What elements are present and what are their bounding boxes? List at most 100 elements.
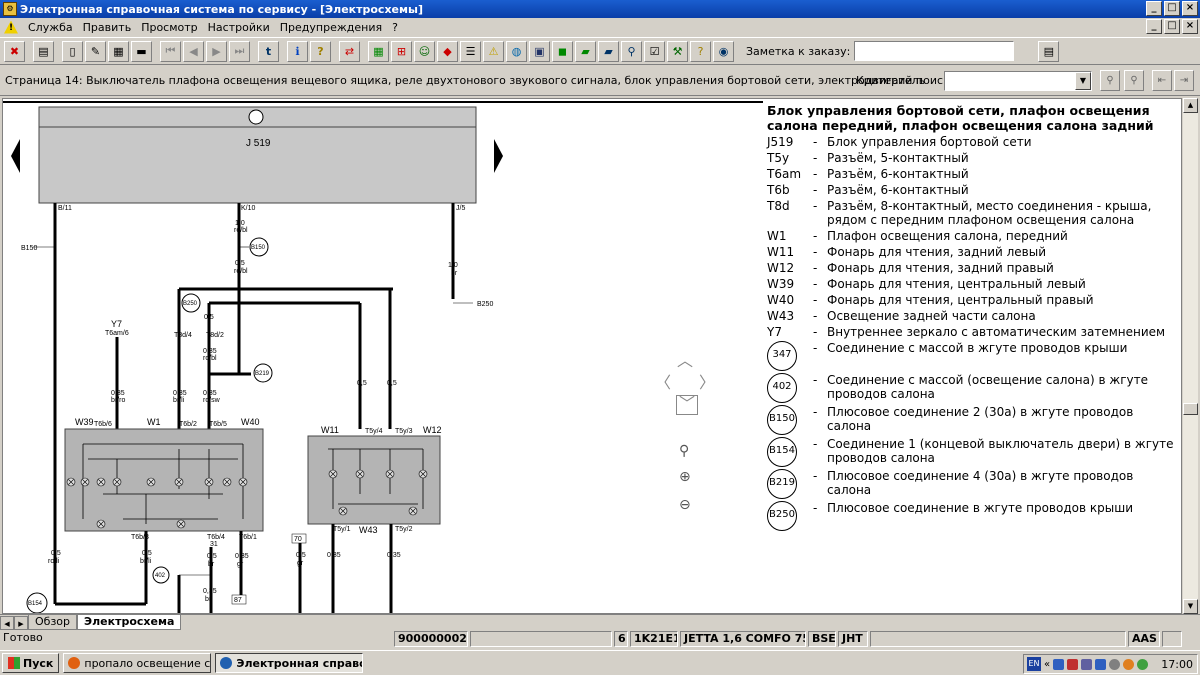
status-gearbox: JHT — [838, 631, 868, 647]
car-green-icon[interactable]: ▰ — [575, 40, 596, 62]
antivirus-icon[interactable] — [1137, 658, 1149, 670]
search-car-icon[interactable]: ⚲ — [621, 40, 642, 62]
new-doc-icon[interactable]: ▯ — [62, 40, 83, 62]
browser-icon — [68, 657, 81, 669]
zoom-fit-icon[interactable]: ⚲ — [679, 443, 689, 459]
tools-icon[interactable]: ⚒ — [667, 40, 688, 62]
close-button[interactable]: × — [1182, 1, 1198, 16]
order-note-field[interactable] — [854, 41, 1015, 61]
zoom-out-icon[interactable]: ⊖ — [679, 497, 691, 513]
last-page-icon[interactable]: ⏭ — [229, 40, 250, 62]
legend-connection-item: 402- Соединение с массой (освещение салон… — [767, 373, 1177, 403]
svg-text:B250: B250 — [477, 301, 493, 308]
volume-icon[interactable] — [1081, 658, 1093, 670]
checklist-icon[interactable]: ☑ — [644, 40, 665, 62]
question-doc-icon[interactable]: ? — [690, 40, 711, 62]
disk-icon[interactable]: ▣ — [529, 40, 550, 62]
svg-text:B/11: B/11 — [58, 205, 72, 212]
mdi-minimize-button[interactable]: _ — [1146, 19, 1162, 34]
prev-arrow-icon[interactable] — [11, 139, 20, 173]
svg-text:Y7: Y7 — [111, 319, 122, 329]
svg-text:K/10: K/10 — [241, 205, 256, 212]
connection-symbol: B219 — [767, 469, 797, 499]
alert-icon[interactable]: ⚠ — [483, 40, 504, 62]
exit-icon[interactable]: ✖ — [4, 40, 25, 62]
taskbar-item-browser[interactable]: пропало освещение са... — [63, 653, 212, 673]
menu-settings[interactable]: Настройки — [208, 21, 270, 34]
mdi-restore-button[interactable]: □ — [1164, 19, 1180, 34]
language-indicator[interactable]: EN — [1027, 657, 1041, 671]
scroll-thumb[interactable] — [1183, 403, 1198, 415]
start-button[interactable]: Пуск — [2, 653, 60, 673]
menu-view[interactable]: Просмотр — [141, 21, 197, 34]
pan-left-icon[interactable]: 〈 — [655, 369, 671, 393]
j519-label: J 519 — [246, 138, 271, 149]
title-bar: ⚙ Электронная справочная система по серв… — [0, 0, 1200, 18]
pan-right-icon[interactable]: 〉 — [699, 369, 715, 393]
svg-text:0,5: 0,5 — [296, 552, 306, 559]
tab-overview[interactable]: Обзор — [28, 615, 78, 630]
zoom-in-icon[interactable]: ⊕ — [679, 469, 691, 485]
car-icon[interactable]: ▬ — [131, 40, 152, 62]
person-icon[interactable]: ☺ — [414, 40, 435, 62]
svg-text:T6b/4: T6b/4 — [207, 534, 225, 541]
order-note-button[interactable]: ▤ — [1038, 40, 1060, 62]
svg-text:W39: W39 — [75, 417, 94, 427]
search-back-button[interactable]: ⇤ — [1152, 70, 1172, 91]
maximize-button[interactable]: □ — [1164, 1, 1180, 16]
menu-help[interactable]: ? — [392, 21, 398, 34]
legend-connection-item: B250- Плюсовое соединение в жгуте проводо… — [767, 501, 1177, 531]
chevron-down-icon[interactable]: ▼ — [1075, 72, 1091, 90]
tray-expand-icon[interactable]: « — [1044, 659, 1050, 670]
scroll-up-icon[interactable]: ▲ — [1183, 98, 1198, 113]
calc-icon[interactable]: ▦ — [368, 40, 389, 62]
green-book-icon[interactable]: ◼ — [552, 40, 573, 62]
network-icon[interactable] — [1053, 658, 1065, 670]
update-icon[interactable] — [1123, 658, 1135, 670]
legend-item: T6am - Разъём, 6-контактный — [767, 167, 969, 181]
search-next-button[interactable]: ⚲ — [1124, 70, 1144, 91]
svg-text:br: br — [451, 270, 458, 277]
search-criteria-select[interactable]: ▼ — [944, 71, 1092, 91]
first-page-icon[interactable]: ⏮ — [160, 40, 181, 62]
next-page-icon[interactable]: ▶ — [206, 40, 227, 62]
prev-page-icon[interactable]: ◀ — [183, 40, 204, 62]
grid-icon[interactable]: ⊞ — [391, 40, 412, 62]
taskbar: Пуск пропало освещение са... Электронная… — [0, 650, 1200, 675]
back-icon[interactable]: t — [258, 40, 279, 62]
pan-down-icon[interactable]: ﹀ — [676, 395, 698, 415]
car-blue-icon[interactable]: ▰ — [598, 40, 619, 62]
book-icon[interactable]: ◆ — [437, 40, 458, 62]
swap-icon[interactable]: ⇄ — [339, 40, 360, 62]
security-icon[interactable] — [1067, 658, 1079, 670]
network2-icon[interactable] — [1095, 658, 1107, 670]
help-icon[interactable]: ? — [310, 40, 331, 62]
menu-warnings[interactable]: Предупреждения — [280, 21, 382, 34]
search-forward-button[interactable]: ⇥ — [1174, 70, 1194, 91]
print-icon[interactable]: ▤ — [33, 40, 54, 62]
clock-icon[interactable] — [1109, 658, 1121, 670]
taskbar-item-service[interactable]: Электронная справо... — [215, 653, 364, 673]
minimize-button[interactable]: _ — [1146, 1, 1162, 16]
info-icon[interactable]: ℹ — [287, 40, 308, 62]
tab-prev-icon[interactable]: ◀ — [0, 616, 14, 630]
tab-next-icon[interactable]: ▶ — [14, 616, 28, 630]
scroll-down-icon[interactable]: ▼ — [1183, 599, 1198, 614]
menu-service[interactable]: Служба — [28, 21, 73, 34]
mdi-close-button[interactable]: × — [1182, 19, 1198, 34]
document-area: J 519 B/11 K/10 J/5 1,0 ro/bl 1,0 br B15… — [2, 98, 1182, 614]
edit-doc-icon[interactable]: ✎ — [85, 40, 106, 62]
page-icon[interactable]: ▦ — [108, 40, 129, 62]
search-prev-button[interactable]: ⚲ — [1100, 70, 1120, 91]
globe-icon[interactable]: ◍ — [506, 40, 527, 62]
legend-item: T8d - Разъём, 8-контактный, место соединен… — [767, 199, 1152, 227]
tab-schema[interactable]: Электросхема — [77, 615, 182, 630]
vertical-scrollbar[interactable]: ▲ ▼ — [1183, 98, 1198, 614]
pan-up-icon[interactable]: ︿ — [677, 347, 693, 371]
pan-zoom-control: ︿ 〈 〉 ﹀ ⚲ ⊕ ⊖ — [653, 347, 715, 529]
list-icon[interactable]: ☰ — [460, 40, 481, 62]
svg-text:ro/sw: ro/sw — [203, 397, 221, 404]
next-arrow-icon[interactable] — [494, 139, 503, 173]
menu-edit[interactable]: Править — [83, 21, 132, 34]
flag-icon[interactable]: ◉ — [713, 40, 734, 62]
